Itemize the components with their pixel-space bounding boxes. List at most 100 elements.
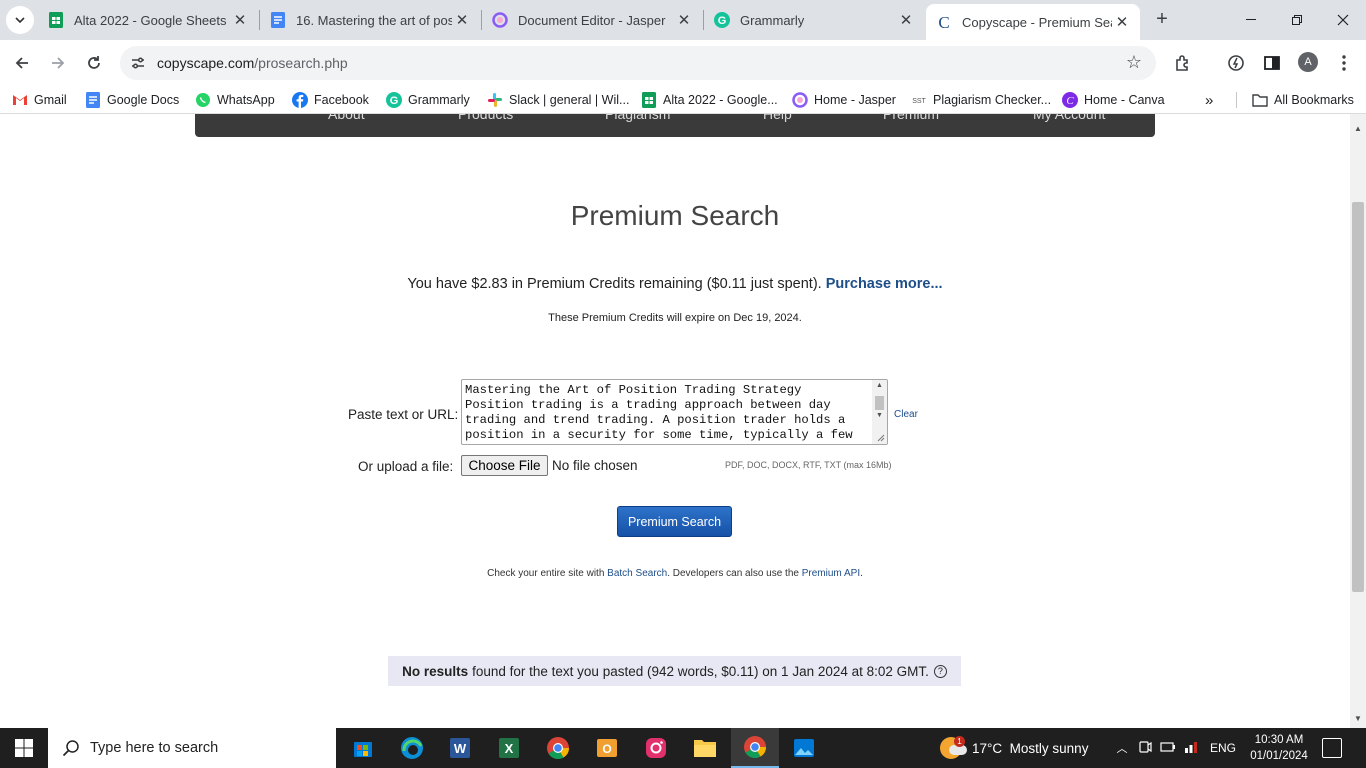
bookmark-jasper[interactable]: Home - Jasper: [792, 91, 896, 109]
scroll-up-icon[interactable]: ▲: [872, 382, 887, 389]
minimize-button[interactable]: [1228, 0, 1274, 40]
close-icon[interactable]: ✕: [1112, 13, 1132, 31]
forward-button[interactable]: [44, 49, 72, 77]
site-settings-icon[interactable]: [130, 55, 146, 71]
tab-title: Document Editor - Jasper: [518, 12, 666, 28]
help-icon[interactable]: ?: [933, 664, 947, 678]
bookmark-canva[interactable]: C Home - Canva: [1062, 91, 1165, 109]
resize-handle-icon[interactable]: [877, 434, 885, 442]
copyscape-icon: C: [936, 14, 952, 30]
new-tab-button[interactable]: +: [1150, 8, 1174, 32]
chevron-up-icon[interactable]: ︿: [1114, 740, 1130, 756]
tab-alta-sheets[interactable]: Alta 2022 - Google Sheets ✕: [38, 0, 258, 40]
instagram-icon[interactable]: [642, 734, 670, 762]
tab-grammarly[interactable]: G Grammarly ✕: [704, 0, 924, 40]
search-result-banner: No results found for the text you pasted…: [388, 656, 961, 686]
excel-icon[interactable]: X: [495, 734, 523, 762]
check-suffix: .: [860, 568, 863, 579]
address-bar[interactable]: copyscape.com/prosearch.php ☆: [120, 46, 1156, 80]
batch-search-link[interactable]: Batch Search: [607, 568, 667, 579]
word-icon[interactable]: W: [446, 734, 474, 762]
check-prefix: Check your entire site with: [487, 568, 605, 579]
tab-copyscape[interactable]: C Copyscape - Premium Searc ✕: [926, 4, 1140, 40]
close-icon[interactable]: ✕: [452, 11, 472, 29]
premium-api-link[interactable]: Premium API: [802, 568, 860, 579]
check-mid: . Developers can also use the: [667, 568, 799, 579]
arrow-right-icon: [52, 57, 65, 69]
bookmark-plagiarism-checker[interactable]: SST Plagiarism Checker...: [911, 91, 1051, 109]
bookmarks-overflow-button[interactable]: »: [1205, 91, 1213, 109]
bookmark-gmail[interactable]: Gmail: [12, 91, 67, 109]
extensions-icon[interactable]: [1172, 52, 1194, 74]
scroll-thumb[interactable]: [875, 396, 884, 410]
bookmark-divider: [1236, 92, 1237, 108]
bookmark-label: Google Docs: [107, 93, 180, 107]
restore-icon: [1292, 15, 1302, 25]
all-bookmarks-button[interactable]: All Bookmarks: [1252, 91, 1354, 109]
windows-logo-icon: [15, 739, 33, 757]
start-button[interactable]: [0, 728, 48, 768]
tab-search-button[interactable]: [6, 6, 34, 34]
notification-center-icon[interactable]: [1322, 738, 1342, 758]
file-explorer-icon[interactable]: [691, 734, 719, 762]
edge-icon[interactable]: [398, 734, 426, 762]
result-status: No results: [402, 663, 469, 679]
bookmark-facebook[interactable]: Facebook: [292, 91, 369, 109]
credits-info: You have $2.83 in Premium Credits remain…: [0, 276, 1350, 292]
scroll-thumb[interactable]: [1352, 202, 1364, 592]
nav-plagiarism[interactable]: Plagiarism: [605, 114, 670, 122]
chrome-icon[interactable]: [731, 728, 779, 768]
language-indicator[interactable]: ENG: [1210, 741, 1236, 755]
network-icon[interactable]: [1184, 740, 1198, 757]
bookmark-grammarly[interactable]: G Grammarly: [386, 91, 470, 109]
back-button[interactable]: [8, 49, 36, 77]
choose-file-button[interactable]: Choose File: [461, 455, 548, 476]
premium-search-button[interactable]: Premium Search: [617, 506, 732, 537]
chrome-icon[interactable]: [544, 734, 572, 762]
meet-now-icon[interactable]: [1138, 740, 1152, 757]
scroll-down-icon[interactable]: ▼: [1350, 714, 1366, 723]
paste-text-input[interactable]: Mastering the Art of Position Trading St…: [461, 379, 888, 445]
site-nav-bar: About Products Plagiarism Help Premium M…: [195, 114, 1155, 137]
nav-about[interactable]: About: [328, 114, 365, 122]
close-icon[interactable]: ✕: [230, 11, 250, 29]
svg-text:C: C: [1066, 95, 1074, 107]
tab-jasper[interactable]: Document Editor - Jasper ✕: [482, 0, 702, 40]
weather-widget[interactable]: 1 17°C Mostly sunny: [940, 728, 1088, 768]
profile-avatar[interactable]: A: [1298, 52, 1318, 72]
close-icon[interactable]: ✕: [674, 11, 694, 29]
purchase-more-link[interactable]: Purchase more...: [826, 276, 943, 292]
tab-google-doc[interactable]: 16. Mastering the art of posi ✕: [260, 0, 480, 40]
bookmark-label: Home - Canva: [1084, 93, 1165, 107]
page-content: About Products Plagiarism Help Premium M…: [0, 114, 1350, 728]
battery-icon[interactable]: [1160, 741, 1176, 756]
scroll-down-icon[interactable]: ▼: [872, 412, 887, 419]
scroll-up-icon[interactable]: ▲: [1350, 124, 1366, 133]
close-icon[interactable]: ✕: [896, 11, 916, 29]
restore-button[interactable]: [1274, 0, 1320, 40]
nav-premium[interactable]: Premium: [883, 114, 939, 122]
page-scrollbar[interactable]: ▲ ▼: [1350, 114, 1366, 728]
taskbar-search-box[interactable]: Type here to search: [48, 728, 336, 768]
taskbar-clock[interactable]: 10:30 AM 01/01/2024: [1238, 732, 1320, 764]
more-menu-icon[interactable]: [1333, 52, 1355, 74]
close-window-button[interactable]: [1320, 0, 1366, 40]
bookmark-alta-sheets[interactable]: Alta 2022 - Google...: [641, 91, 778, 109]
side-panel-icon[interactable]: [1261, 52, 1283, 74]
photos-icon[interactable]: [790, 734, 818, 762]
nav-my-account[interactable]: My Account: [1033, 114, 1105, 122]
nav-help[interactable]: Help: [763, 114, 792, 122]
bookmark-star-icon[interactable]: ☆: [1126, 52, 1142, 73]
performance-icon[interactable]: [1225, 52, 1247, 74]
bookmark-google-docs[interactable]: Google Docs: [85, 91, 179, 109]
clear-link[interactable]: Clear: [894, 409, 918, 420]
reload-button[interactable]: [80, 49, 108, 77]
bookmark-whatsapp[interactable]: WhatsApp: [195, 91, 275, 109]
facebook-icon: [292, 92, 308, 108]
slack-icon: [487, 92, 503, 108]
nav-products[interactable]: Products: [458, 114, 513, 122]
bookmark-slack[interactable]: Slack | general | Wil...: [487, 91, 629, 109]
bookmark-label: WhatsApp: [217, 93, 275, 107]
store-icon[interactable]: [349, 734, 377, 762]
outlook-icon[interactable]: O: [593, 734, 621, 762]
